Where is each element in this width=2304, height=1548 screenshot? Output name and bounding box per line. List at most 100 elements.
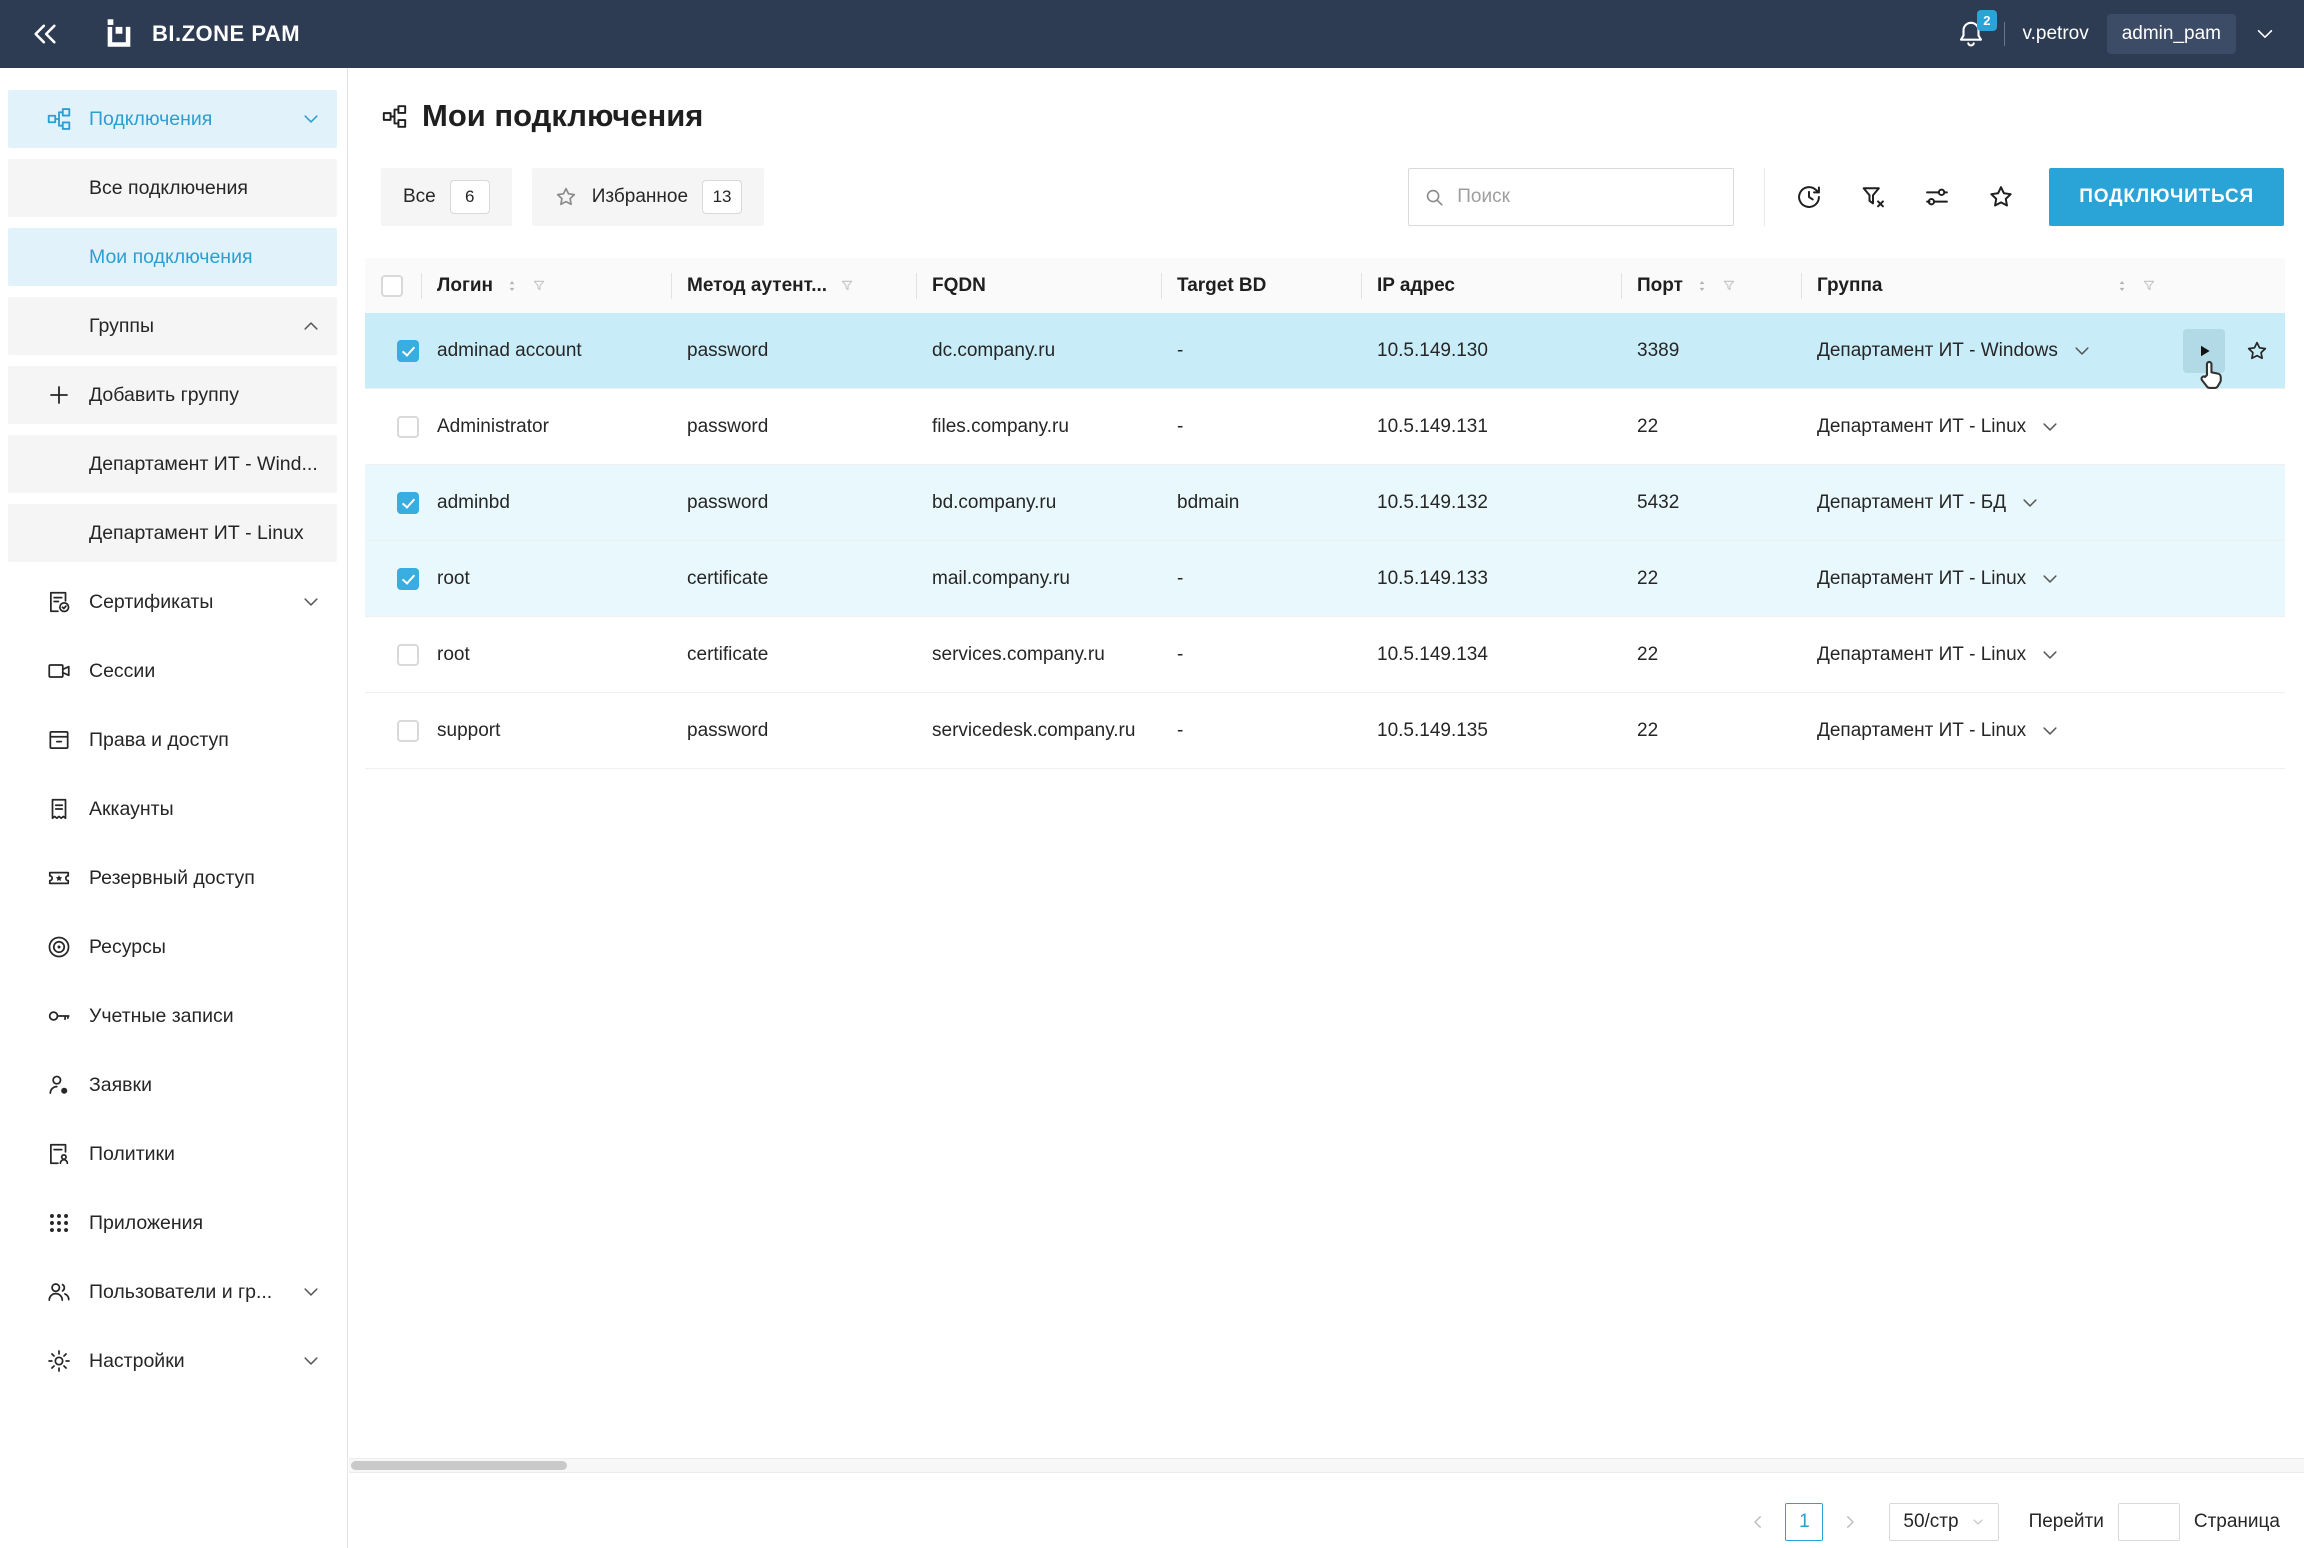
sidebar-item-groups[interactable]: Группы <box>8 297 337 355</box>
cell-target-bd: - <box>1177 415 1184 437</box>
username-label: v.petrov <box>2022 23 2089 44</box>
table-row[interactable]: root certificate services.company.ru - 1… <box>365 617 2285 693</box>
sidebar-item-applications[interactable]: Приложения <box>8 1194 337 1252</box>
sidebar-item-settings[interactable]: Настройки <box>8 1332 337 1390</box>
sidebar-item-sessions[interactable]: Сессии <box>8 642 337 700</box>
chevron-down-icon[interactable] <box>2020 493 2040 513</box>
sidebar-item-certificates[interactable]: Сертификаты <box>8 573 337 631</box>
row-checkbox[interactable] <box>397 643 419 666</box>
cell-fqdn: services.company.ru <box>932 643 1105 665</box>
cell-ip: 10.5.149.133 <box>1377 567 1488 589</box>
column-settings-button[interactable] <box>1923 183 1951 211</box>
cell-group: Департамент ИТ - Linux <box>1817 415 2027 437</box>
select-all-checkbox[interactable] <box>381 274 403 297</box>
column-header-target-bd[interactable]: Target BD <box>1161 258 1361 313</box>
sidebar-item-label: Добавить группу <box>89 383 239 406</box>
favorite-button[interactable] <box>1987 183 2015 211</box>
cell-group: Департамент ИТ - Linux <box>1817 719 2027 741</box>
role-chip[interactable]: admin_pam <box>2106 14 2236 54</box>
certificate-icon <box>45 588 73 616</box>
connections-icon <box>381 103 408 130</box>
prev-page-button[interactable] <box>1749 1513 1767 1531</box>
filter-all-button[interactable]: Все 6 <box>381 168 512 226</box>
filter-funnel-icon[interactable] <box>839 278 855 294</box>
sort-icon[interactable] <box>1695 279 1709 293</box>
archive-box-icon <box>45 726 73 754</box>
filter-funnel-icon[interactable] <box>1721 278 1737 294</box>
sidebar-collapse-button[interactable] <box>28 17 62 51</box>
page-size-select[interactable]: 50/стр <box>1889 1502 1999 1541</box>
sidebar-item-group-it-linux[interactable]: Департамент ИТ - Linux <box>8 504 337 562</box>
chevron-down-icon[interactable] <box>2040 645 2060 665</box>
plus-icon <box>45 381 73 409</box>
row-checkbox[interactable] <box>397 567 419 590</box>
column-header-group[interactable]: Группа <box>1801 258 2167 313</box>
goto-label: Перейти <box>2028 1510 2104 1532</box>
sort-icon[interactable] <box>505 279 519 293</box>
clear-filters-button[interactable] <box>1859 183 1887 211</box>
page-title: Мои подключения <box>422 98 704 133</box>
sidebar-item-add-group[interactable]: Добавить группу <box>8 366 337 424</box>
scrollbar-thumb[interactable] <box>351 1461 567 1470</box>
sidebar-item-accounts[interactable]: Аккаунты <box>8 780 337 838</box>
column-header-ip[interactable]: IP адрес <box>1361 258 1621 313</box>
notifications-button[interactable]: 2 <box>1956 10 1997 49</box>
filter-favorites-button[interactable]: Избранное 13 <box>531 168 765 226</box>
chevron-down-icon[interactable] <box>2040 417 2060 437</box>
column-header-login[interactable]: Логин <box>421 258 671 313</box>
sidebar-item-requests[interactable]: Заявки <box>8 1056 337 1114</box>
table-row[interactable]: adminad account password dc.company.ru -… <box>365 313 2285 389</box>
table-row[interactable]: Administrator password files.company.ru … <box>365 389 2285 465</box>
connect-play-button[interactable] <box>2183 328 2225 373</box>
history-button[interactable] <box>1795 183 1823 211</box>
goto-page-input[interactable] <box>2117 1502 2180 1541</box>
page-word-label: Страница <box>2193 1510 2280 1532</box>
chevron-down-icon[interactable] <box>2072 341 2092 361</box>
sidebar-item-my-connections[interactable]: Мои подключения <box>8 228 337 286</box>
chevron-down-icon[interactable] <box>2040 569 2060 589</box>
page-size-value: 50/стр <box>1903 1510 1959 1532</box>
row-checkbox[interactable] <box>397 491 419 514</box>
table-row[interactable]: adminbd password bd.company.ru bdmain 10… <box>365 465 2285 541</box>
sidebar-item-label: Права и доступ <box>89 728 229 751</box>
favorite-star-icon[interactable] <box>2245 339 2269 363</box>
sidebar-item-connections[interactable]: Подключения <box>8 90 337 148</box>
sidebar-item-all-connections[interactable]: Все подключения <box>8 159 337 217</box>
column-header-port[interactable]: Порт <box>1621 258 1801 313</box>
top-bar: BI.ZONE PAM 2 v.petrov admin_pam <box>0 0 2304 68</box>
table-row[interactable]: support password servicedesk.company.ru … <box>365 693 2285 769</box>
search-input[interactable] <box>1455 185 1720 209</box>
sidebar-item-rights-access[interactable]: Права и доступ <box>8 711 337 769</box>
row-checkbox[interactable] <box>397 719 419 742</box>
gear-icon <box>45 1347 73 1375</box>
filter-funnel-icon[interactable] <box>531 278 547 294</box>
cell-auth-method: certificate <box>687 643 769 665</box>
column-header-fqdn[interactable]: FQDN <box>916 258 1161 313</box>
horizontal-scrollbar[interactable] <box>349 1458 2304 1473</box>
sidebar-item-policies[interactable]: Политики <box>8 1125 337 1183</box>
sort-icon[interactable] <box>2115 279 2129 293</box>
cell-port: 3389 <box>1637 339 1680 361</box>
next-page-button[interactable] <box>1841 1513 1859 1531</box>
table-row[interactable]: root certificate mail.company.ru - 10.5.… <box>365 541 2285 617</box>
sidebar-item-credentials[interactable]: Учетные записи <box>8 987 337 1045</box>
row-checkbox[interactable] <box>397 415 419 438</box>
sidebar-item-reserve-access[interactable]: Резервный доступ <box>8 849 337 907</box>
app-title: BI.ZONE PAM <box>152 21 301 46</box>
user-menu-button[interactable] <box>2254 23 2276 45</box>
chevron-down-icon[interactable] <box>2040 721 2060 741</box>
sidebar-item-resources[interactable]: Ресурсы <box>8 918 337 976</box>
notifications-badge: 2 <box>1977 10 1997 31</box>
page-number-button[interactable]: 1 <box>1785 1502 1824 1541</box>
sidebar-item-group-it-windows[interactable]: Департамент ИТ - Wind... <box>8 435 337 493</box>
cell-fqdn: servicedesk.company.ru <box>932 719 1136 741</box>
column-header-auth-method[interactable]: Метод аутент... <box>671 258 916 313</box>
filter-funnel-icon[interactable] <box>2141 278 2157 294</box>
connections-icon <box>45 105 73 133</box>
connect-button[interactable]: ПОДКЛЮЧИТЬСЯ <box>2049 168 2284 226</box>
cell-port: 5432 <box>1637 491 1680 513</box>
sliders-icon <box>1923 183 1951 211</box>
sidebar-item-users-groups[interactable]: Пользователи и гр... <box>8 1263 337 1321</box>
row-checkbox[interactable] <box>397 339 419 362</box>
sidebar-item-label: Аккаунты <box>89 797 174 820</box>
